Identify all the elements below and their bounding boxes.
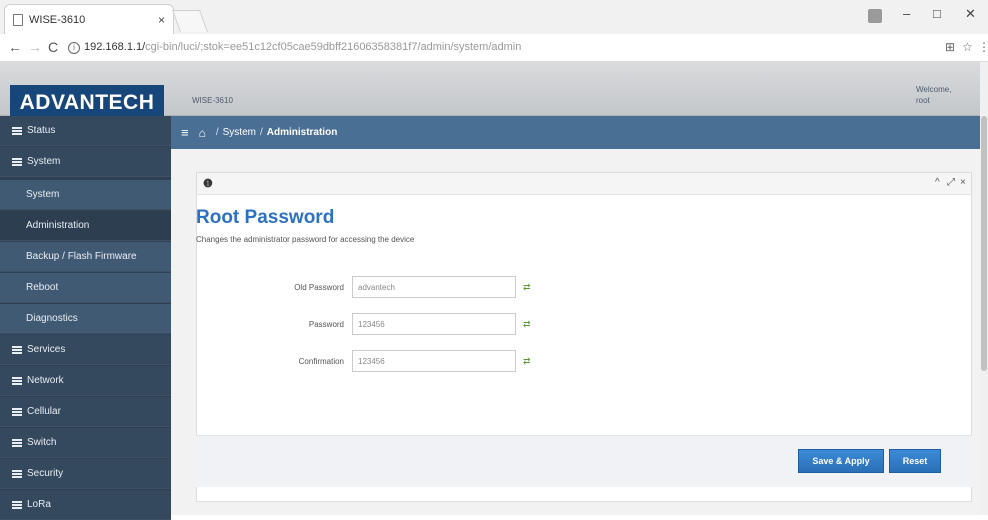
list-icon [12,407,22,416]
page-icon [13,13,23,26]
sidebar-item-label: Network [27,375,64,386]
sidebar-subitem-diagnostics[interactable]: Diagnostics [0,304,171,334]
section-title: Root Password [196,207,335,228]
welcome-user: root [916,96,930,105]
bookmark-star-icon[interactable]: ☆ [962,40,973,54]
sidebar-item-system[interactable]: System [0,147,171,177]
sidebar-item-label: LoRa [27,499,51,510]
sidebar-item-label: Status [27,125,56,136]
breadcrumb: ≡ ⌂ / System / Administration [171,116,980,149]
list-icon [12,500,22,509]
old-password-label: Old Password [294,283,344,292]
browser-tab[interactable]: WISE-3610 × [4,4,174,34]
hamburger-menu-icon[interactable]: ≡ [181,125,189,140]
reset-button[interactable]: Reset [889,449,941,473]
password-label: Password [308,320,344,329]
list-icon [12,469,22,478]
sidebar-item-label: Security [27,468,64,479]
welcome-text: Welcome, root [916,84,951,106]
sidebar-item-label: Administration [26,220,90,231]
translate-icon[interactable]: ⊞ [945,40,955,54]
breadcrumb-system[interactable]: System [223,127,256,138]
list-icon [12,126,22,135]
sidebar-subitem-system[interactable]: System [0,180,171,210]
device-name: WISE-3610 [192,96,233,105]
profile-icon[interactable] [868,9,882,23]
info-icon[interactable]: ❶ [203,177,213,190]
sidebar-item-label: System [27,156,61,167]
sidebar-item-label: Services [27,344,66,355]
forward-arrow-icon[interactable]: → [28,39,42,55]
address-bar: ← → C i 192.168.1.1/cgi-bin/luci/;stok=e… [0,34,988,62]
maximize-button[interactable]: □ [933,6,941,21]
sidebar-item-label: Switch [27,437,57,448]
reveal-password-icon[interactable]: ⇄ [523,356,533,366]
old-password-field[interactable] [352,276,516,298]
new-tab-button[interactable] [171,10,209,32]
close-window-button[interactable]: ✕ [965,6,976,22]
welcome-label: Welcome, [916,85,952,94]
section-description: Changes the administrator password for a… [196,235,415,244]
list-icon [12,345,22,354]
list-icon [12,157,22,166]
breadcrumb-administration: Administration [266,127,338,138]
sidebar-item-cellular[interactable]: Cellular [0,397,171,427]
tab-title: WISE-3610 [29,13,86,26]
reveal-password-icon[interactable]: ⇄ [523,282,533,292]
home-icon[interactable]: ⌂ [199,126,206,140]
panel-header: ❶ ^ ⤢ × [197,173,971,195]
fullscreen-icon[interactable]: ⤢ [947,177,955,188]
sidebar-item-label: Cellular [27,406,61,417]
sidebar-item-status[interactable]: Status [0,116,171,146]
reload-icon[interactable]: C [48,39,58,55]
sidebar-item-label: Diagnostics [26,313,78,324]
sidebar-subitem-backup-flash-firmware[interactable]: Backup / Flash Firmware [0,242,171,272]
sidebar-item-lora[interactable]: LoRa [0,490,171,520]
list-icon [12,438,22,447]
tab-close-icon[interactable]: × [158,13,165,27]
password-field[interactable] [352,313,516,335]
sidebar-item-network[interactable]: Network [0,366,171,396]
confirmation-label: Confirmation [298,357,344,366]
sidebar-item-security[interactable]: Security [0,459,171,489]
reveal-password-icon[interactable]: ⇄ [523,319,533,329]
breadcrumb-separator: / [259,127,263,138]
scrollbar-thumb[interactable] [981,116,987,371]
sidebar-item-label: Reboot [26,282,59,293]
confirmation-field[interactable] [352,350,516,372]
list-icon [12,376,22,385]
browser-menu-icon[interactable]: ⋮ [978,40,988,54]
url-host: 192.168.1.1/ [84,41,146,53]
url-field[interactable]: 192.168.1.1/cgi-bin/luci/;stok=ee51c12cf… [84,41,521,53]
browser-titlebar: WISE-3610 × – □ ✕ [0,0,988,34]
back-arrow-icon[interactable]: ← [8,39,22,55]
sidebar-subitem-administration[interactable]: Administration [0,211,171,241]
sidebar-item-switch[interactable]: Switch [0,428,171,458]
url-path: cgi-bin/luci/;stok=ee51c12cf05cae59dbff2… [145,41,522,53]
save-apply-button[interactable]: Save & Apply [798,449,884,473]
minimize-button[interactable]: – [903,6,910,21]
sidebar-item-label: System [26,189,60,200]
collapse-icon[interactable]: ^ [935,177,940,188]
close-panel-icon[interactable]: × [960,177,966,188]
sidebar-item-services[interactable]: Services [0,335,171,365]
sidebar-subitem-reboot[interactable]: Reboot [0,273,171,303]
sidebar-item-label: Backup / Flash Firmware [26,251,137,262]
breadcrumb-separator: / [215,127,219,138]
site-info-icon[interactable]: i [68,42,80,54]
